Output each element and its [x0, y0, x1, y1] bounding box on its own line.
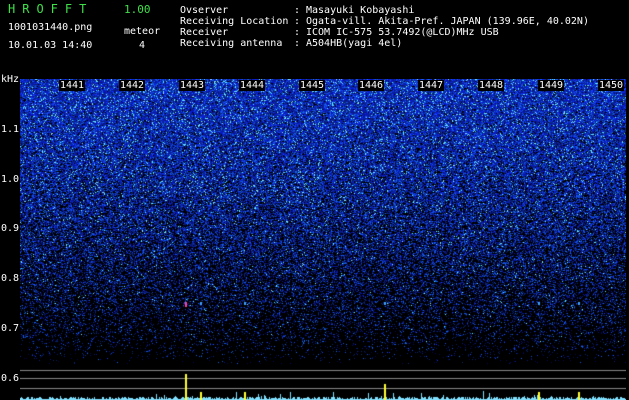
- info-label: Ovserver: [180, 5, 229, 16]
- time-label: 1447: [418, 80, 445, 91]
- info-separator: :: [294, 27, 301, 38]
- info-value: Ogata-vill. Akita-Pref. JAPAN (139.96E, …: [306, 16, 589, 27]
- info-separator: :: [294, 38, 301, 49]
- hrofft-window: HROFFT 1.00 1001031440.png 10.01.03 14:4…: [0, 0, 629, 400]
- frequency-tick-label: 0.6: [1, 373, 20, 384]
- time-label: 1442: [119, 80, 146, 91]
- app-title: HROFFT: [8, 2, 94, 16]
- time-label: 1444: [239, 80, 266, 91]
- app-version: 1.00: [124, 3, 151, 16]
- time-label: 1449: [538, 80, 565, 91]
- info-value: ICOM IC-575 53.7492(@LCD)MHz USB: [306, 27, 499, 38]
- info-label: Receiving antenna: [180, 38, 283, 49]
- time-label: 1443: [179, 80, 206, 91]
- info-location: Receiving Location: Ogata-vill. Akita-Pre…: [180, 16, 589, 27]
- time-label: 1445: [299, 80, 326, 91]
- frequency-tick-label: 0.8: [1, 273, 20, 284]
- info-separator: :: [294, 5, 301, 16]
- frequency-tick-label: 1.1: [1, 124, 20, 135]
- meteor-count-label: meteor: [124, 26, 161, 37]
- file-name: 1001031440.png: [8, 22, 93, 33]
- capture-datetime: 10.01.03 14:40: [8, 40, 93, 51]
- info-antenna: Receiving antenna: A504HB(yagi 4el): [180, 38, 402, 49]
- frequency-tick-label: 1.0: [1, 174, 20, 185]
- spectrogram-waterfall[interactable]: [20, 79, 626, 400]
- info-receiver: Receiver: ICOM IC-575 53.7492(@LCD)MHz US…: [180, 27, 499, 38]
- frequency-tick-label: 0.9: [1, 223, 20, 234]
- info-label: Receiving Location: [180, 16, 289, 27]
- time-label: 1446: [358, 80, 385, 91]
- info-label: Receiver: [180, 27, 229, 38]
- time-label: 1448: [478, 80, 505, 91]
- frequency-unit-label: kHz: [1, 74, 20, 85]
- time-label: 1441: [59, 80, 86, 91]
- frequency-tick-label: 0.7: [1, 323, 20, 334]
- meteor-count-value: 4: [139, 40, 146, 51]
- info-observer: Ovserver: Masayuki Kobayashi: [180, 5, 414, 16]
- info-separator: :: [294, 16, 301, 27]
- time-label: 1450: [598, 80, 625, 91]
- info-value: Masayuki Kobayashi: [306, 5, 415, 16]
- info-value: A504HB(yagi 4el): [306, 38, 403, 49]
